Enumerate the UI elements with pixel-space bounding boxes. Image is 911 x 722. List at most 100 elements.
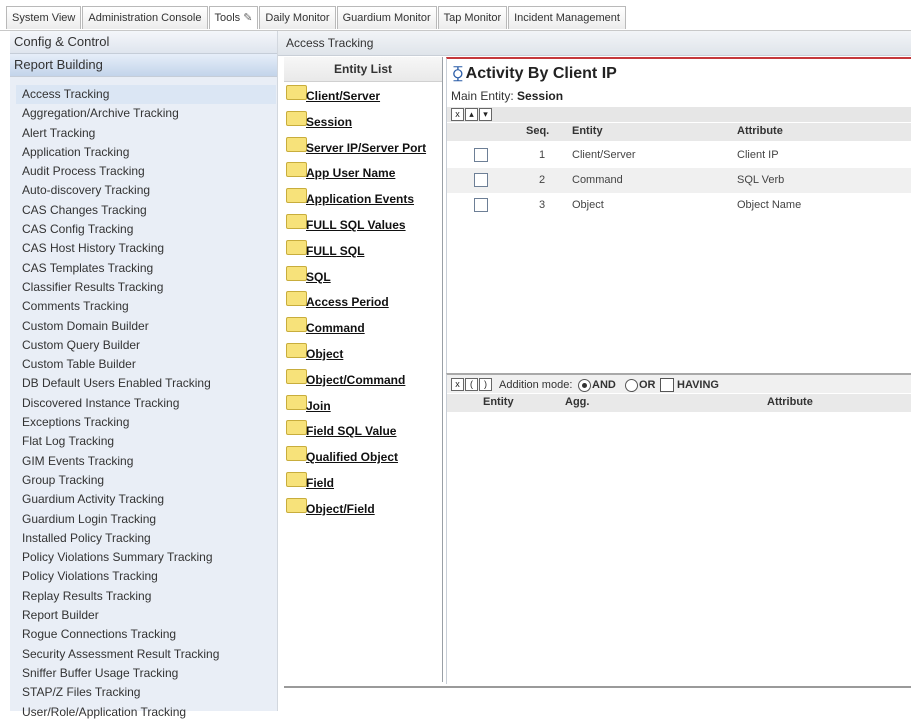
sidebar-item-discovered-instance-tracking[interactable]: Discovered Instance Tracking: [10, 394, 277, 413]
sidebar-item-security-assessment-result-tracking[interactable]: Security Assessment Result Tracking: [10, 645, 277, 664]
sidebar-item-application-tracking[interactable]: Application Tracking: [10, 143, 277, 162]
tab-system-view[interactable]: System View: [6, 6, 82, 29]
conditions-table-header: Entity Agg. Attribute: [447, 394, 911, 412]
sidebar-item-guardium-activity-tracking[interactable]: Guardium Activity Tracking: [10, 490, 277, 509]
and-radio[interactable]: [578, 379, 591, 392]
entity-item[interactable]: Client/Server: [284, 82, 442, 108]
row-checkbox[interactable]: [474, 173, 488, 187]
section-config-control[interactable]: Config & Control: [10, 31, 277, 54]
tab-tools[interactable]: Tools ✎: [208, 6, 259, 29]
sidebar-item-audit-process-tracking[interactable]: Audit Process Tracking: [10, 162, 277, 181]
row-checkbox[interactable]: [474, 198, 488, 212]
sidebar-item-report-builder[interactable]: Report Builder: [10, 606, 277, 625]
entity-link[interactable]: Session: [306, 115, 352, 129]
tab-label: Administration Console: [88, 12, 202, 24]
sidebar-item-policy-violations-summary-tracking[interactable]: Policy Violations Summary Tracking: [10, 548, 277, 567]
sidebar-item-exceptions-tracking[interactable]: Exceptions Tracking: [10, 413, 277, 432]
row-checkbox[interactable]: [474, 148, 488, 162]
sidebar-item-auto-discovery-tracking[interactable]: Auto-discovery Tracking: [10, 181, 277, 200]
having-checkbox[interactable]: [660, 378, 674, 392]
entity-item[interactable]: Qualified Object: [284, 443, 442, 469]
entity-link[interactable]: Server IP/Server Port: [306, 141, 426, 155]
entity-item[interactable]: Session: [284, 108, 442, 134]
entity-link[interactable]: Object/Command: [306, 373, 405, 387]
entity-link[interactable]: Client/Server: [306, 89, 380, 103]
entity-item[interactable]: Command: [284, 314, 442, 340]
conditions-toolbar: x ( ) Addition mode: AND OR HAVING: [447, 375, 911, 393]
folder-icon: [286, 368, 307, 384]
entity-link[interactable]: Qualified Object: [306, 450, 398, 464]
delete-condition-icon[interactable]: x: [451, 378, 464, 391]
move-up-icon[interactable]: ▴: [465, 108, 478, 121]
entity-link[interactable]: Application Events: [306, 192, 414, 206]
entity-link[interactable]: Field: [306, 476, 334, 490]
entity-link[interactable]: Object: [306, 347, 343, 361]
entity-link[interactable]: SQL: [306, 270, 331, 284]
folder-icon: [286, 317, 307, 333]
tab-incident-management[interactable]: Incident Management: [508, 6, 626, 29]
entity-link[interactable]: Join: [306, 399, 331, 413]
entity-link[interactable]: Object/Field: [306, 502, 375, 516]
entity-item[interactable]: Field: [284, 469, 442, 495]
sidebar-item-access-tracking[interactable]: Access Tracking: [16, 85, 276, 105]
tab-tap-monitor[interactable]: Tap Monitor: [437, 6, 508, 29]
sidebar-item-aggregation-archive-tracking[interactable]: Aggregation/Archive Tracking: [10, 104, 277, 123]
sidebar-item-custom-query-builder[interactable]: Custom Query Builder: [10, 336, 277, 355]
sidebar-item-cas-host-history-tracking[interactable]: CAS Host History Tracking: [10, 239, 277, 258]
close-paren-icon[interactable]: ): [479, 378, 492, 391]
open-paren-icon[interactable]: (: [465, 378, 478, 391]
entity-link[interactable]: FULL SQL: [306, 244, 364, 258]
left-sidebar: Config & Control Report Building Access …: [10, 31, 278, 719]
sidebar-item-group-tracking[interactable]: Group Tracking: [10, 471, 277, 490]
sidebar-item-db-default-users-enabled-tracking[interactable]: DB Default Users Enabled Tracking: [10, 374, 277, 393]
entity-item[interactable]: Field SQL Value: [284, 417, 442, 443]
sidebar-item-stap-z-files-tracking[interactable]: STAP/Z Files Tracking: [10, 683, 277, 702]
folder-icon: [286, 420, 307, 436]
sidebar-item-classifier-results-tracking[interactable]: Classifier Results Tracking: [10, 278, 277, 297]
entity-item[interactable]: SQL: [284, 263, 442, 289]
entity-link[interactable]: App User Name: [306, 166, 395, 180]
sidebar-item-gim-events-tracking[interactable]: GIM Events Tracking: [10, 452, 277, 471]
entity-item[interactable]: Object: [284, 340, 442, 366]
entity-item[interactable]: FULL SQL Values: [284, 211, 442, 237]
section-report-building[interactable]: Report Building: [10, 54, 277, 77]
entity-link[interactable]: Command: [306, 321, 365, 335]
delete-field-icon[interactable]: x: [451, 108, 464, 121]
entity-item[interactable]: Server IP/Server Port: [284, 134, 442, 160]
col-attribute: Attribute: [737, 125, 783, 137]
cell-attribute: Object Name: [737, 199, 802, 211]
entity-item[interactable]: Object/Command: [284, 366, 442, 392]
sidebar-item-guardium-login-tracking[interactable]: Guardium Login Tracking: [10, 510, 277, 529]
sidebar-item-replay-results-tracking[interactable]: Replay Results Tracking: [10, 587, 277, 606]
entity-item[interactable]: Join: [284, 392, 442, 418]
or-radio[interactable]: [625, 379, 638, 392]
entity-link[interactable]: Access Period: [306, 295, 389, 309]
sidebar-item-cas-templates-tracking[interactable]: CAS Templates Tracking: [10, 259, 277, 278]
sidebar-item-installed-policy-tracking[interactable]: Installed Policy Tracking: [10, 529, 277, 548]
entity-link[interactable]: Field SQL Value: [306, 424, 396, 438]
sidebar-item-custom-domain-builder[interactable]: Custom Domain Builder: [10, 317, 277, 336]
sidebar-item-alert-tracking[interactable]: Alert Tracking: [10, 124, 277, 143]
sidebar-item-cas-changes-tracking[interactable]: CAS Changes Tracking: [10, 201, 277, 220]
sidebar-item-flat-log-tracking[interactable]: Flat Log Tracking: [10, 432, 277, 451]
divider: [284, 686, 911, 688]
entity-item[interactable]: Application Events: [284, 185, 442, 211]
sidebar-item-custom-table-builder[interactable]: Custom Table Builder: [10, 355, 277, 374]
entity-item[interactable]: Object/Field: [284, 495, 442, 521]
entity-link[interactable]: FULL SQL Values: [306, 218, 406, 232]
sidebar-item-user-role-application-tracking[interactable]: User/Role/Application Tracking: [10, 703, 277, 722]
tab-administration-console[interactable]: Administration Console: [82, 6, 208, 29]
sidebar-item-cas-config-tracking[interactable]: CAS Config Tracking: [10, 220, 277, 239]
sidebar-item-policy-violations-tracking[interactable]: Policy Violations Tracking: [10, 567, 277, 586]
tab-daily-monitor[interactable]: Daily Monitor: [259, 6, 336, 29]
fields-toolbar: x ▴ ▾: [447, 107, 911, 122]
move-down-icon[interactable]: ▾: [479, 108, 492, 121]
report-title: ⧲ Activity By Client IP: [453, 65, 617, 83]
entity-item[interactable]: Access Period: [284, 288, 442, 314]
tab-guardium-monitor[interactable]: Guardium Monitor: [336, 6, 437, 29]
sidebar-item-sniffer-buffer-usage-tracking[interactable]: Sniffer Buffer Usage Tracking: [10, 664, 277, 683]
entity-item[interactable]: App User Name: [284, 159, 442, 185]
entity-item[interactable]: FULL SQL: [284, 237, 442, 263]
sidebar-item-rogue-connections-tracking[interactable]: Rogue Connections Tracking: [10, 625, 277, 644]
sidebar-item-comments-tracking[interactable]: Comments Tracking: [10, 297, 277, 316]
